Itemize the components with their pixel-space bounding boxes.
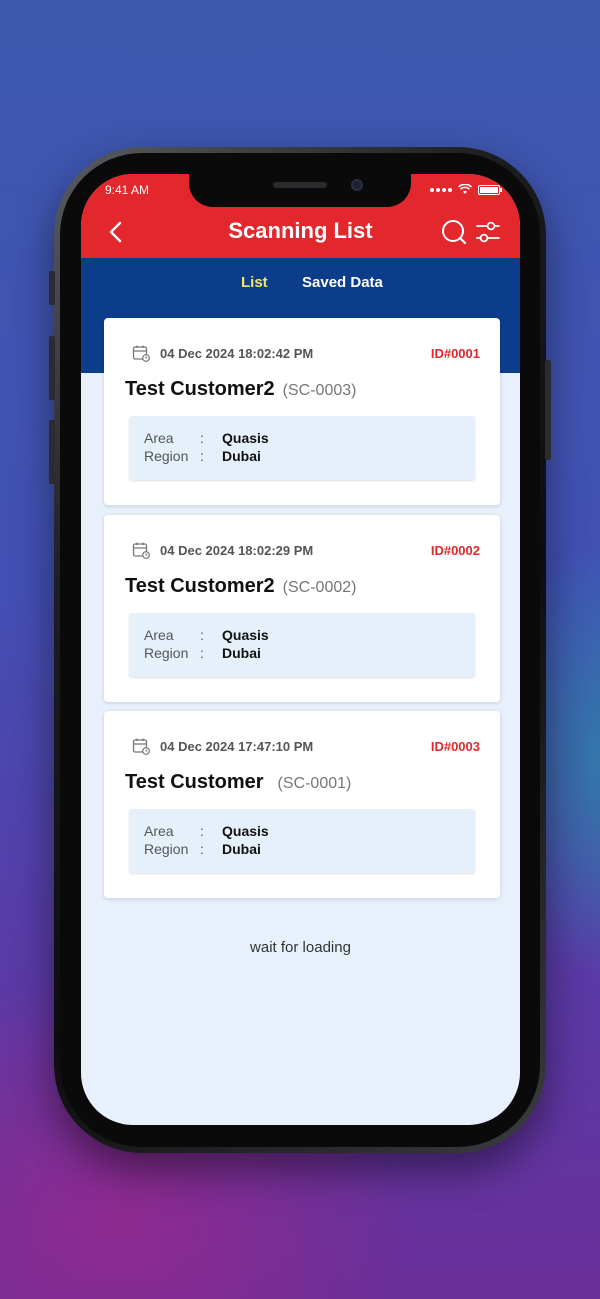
customer-name-line: Test Customer2 (SC-0003)	[125, 378, 356, 401]
location-info: Area: Quasis Region: Dubai	[129, 809, 475, 873]
filter-icon[interactable]	[475, 219, 501, 245]
area-label: Area	[144, 430, 174, 446]
customer-name-line: Test Customer (SC-0001)	[125, 771, 351, 794]
customer-code: (SC-0002)	[282, 579, 357, 596]
area-row: Area: Quasis	[144, 430, 269, 446]
region-value: Dubai	[222, 448, 261, 464]
front-camera	[351, 179, 363, 191]
customer-name: Test Customer2	[125, 575, 275, 597]
area-label: Area	[144, 627, 174, 643]
area-value: Quasis	[222, 627, 269, 643]
region-label: Region	[144, 448, 189, 464]
calendar-icon	[132, 738, 150, 755]
region-row: Region: Dubai	[144, 448, 261, 464]
mute-switch	[49, 271, 55, 305]
status-indicators	[430, 184, 502, 195]
record-id: ID#0002	[430, 543, 480, 558]
scan-record-card[interactable]: 04 Dec 2024 18:02:29 PM ID#0002 Test Cus…	[104, 515, 500, 702]
battery-icon	[478, 184, 502, 195]
volume-up-button	[49, 336, 55, 400]
app-screen: 9:41 AM Scanning List List Saved Data 04…	[81, 174, 520, 1125]
customer-name: Test Customer	[125, 771, 264, 793]
area-value: Quasis	[222, 430, 269, 446]
location-info: Area: Quasis Region: Dubai	[129, 416, 475, 480]
location-info: Area: Quasis Region: Dubai	[129, 613, 475, 677]
customer-name: Test Customer2	[125, 378, 275, 400]
tab-saved-data[interactable]: Saved Data	[302, 274, 383, 291]
customer-code: (SC-0003)	[282, 382, 357, 399]
wifi-icon	[458, 184, 472, 194]
loading-message: wait for loading	[250, 939, 351, 956]
scan-record-card[interactable]: 04 Dec 2024 18:02:42 PM ID#0001 Test Cus…	[104, 318, 500, 505]
power-button	[545, 360, 551, 460]
volume-down-button	[49, 420, 55, 484]
region-value: Dubai	[222, 841, 261, 857]
calendar-icon	[132, 542, 150, 559]
region-label: Region	[144, 645, 189, 661]
record-date: 04 Dec 2024 18:02:42 PM	[160, 346, 314, 361]
record-date: 04 Dec 2024 18:02:29 PM	[160, 543, 314, 558]
record-date: 04 Dec 2024 17:47:10 PM	[160, 739, 314, 754]
status-time: 9:41 AM	[105, 183, 150, 197]
area-value: Quasis	[222, 823, 269, 839]
customer-name-line: Test Customer2 (SC-0002)	[125, 575, 356, 598]
region-label: Region	[144, 841, 189, 857]
region-row: Region: Dubai	[144, 841, 261, 857]
region-value: Dubai	[222, 645, 261, 661]
tab-list[interactable]: List	[241, 274, 268, 291]
area-row: Area: Quasis	[144, 627, 269, 643]
calendar-icon	[132, 345, 150, 362]
area-label: Area	[144, 823, 174, 839]
region-row: Region: Dubai	[144, 645, 261, 661]
record-id: ID#0001	[430, 346, 480, 361]
speaker	[273, 182, 327, 188]
record-id: ID#0003	[430, 739, 480, 754]
signal-icon	[430, 187, 452, 192]
scan-record-card[interactable]: 04 Dec 2024 17:47:10 PM ID#0003 Test Cus…	[104, 711, 500, 898]
area-row: Area: Quasis	[144, 823, 269, 839]
search-icon[interactable]	[441, 219, 467, 245]
notch	[189, 174, 411, 207]
customer-code: (SC-0001)	[277, 775, 352, 792]
